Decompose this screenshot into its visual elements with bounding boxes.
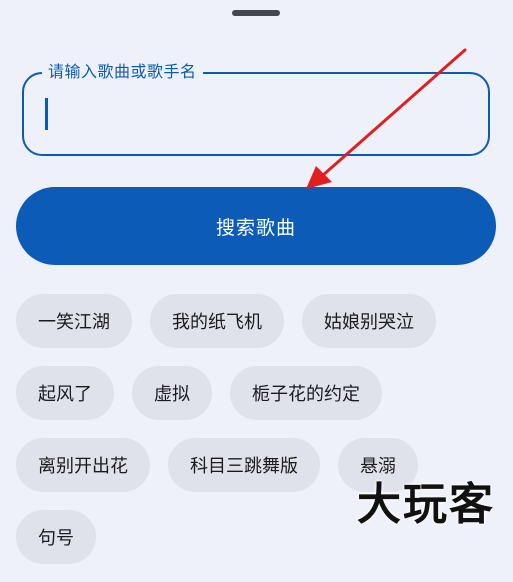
chip-row: 起风了 虚拟 栀子花的约定 — [16, 366, 513, 420]
song-search-field[interactable]: 请输入歌曲或歌手名 — [22, 61, 490, 156]
search-field-label: 请输入歌曲或歌手名 — [42, 61, 203, 83]
suggestion-chip[interactable]: 句号 — [16, 510, 96, 564]
suggestion-chip[interactable]: 虚拟 — [132, 366, 212, 420]
drag-handle[interactable] — [232, 10, 280, 16]
suggestion-chip[interactable]: 我的纸飞机 — [150, 294, 284, 348]
suggestion-chip[interactable]: 起风了 — [16, 366, 114, 420]
suggestion-chip[interactable]: 栀子花的约定 — [230, 366, 382, 420]
watermark-logo: 大玩客 — [357, 479, 495, 530]
chip-row: 一笑江湖 我的纸飞机 姑娘别哭泣 — [16, 294, 513, 348]
suggestion-chip[interactable]: 姑娘别哭泣 — [302, 294, 436, 348]
text-caret — [45, 98, 48, 130]
suggestion-chip[interactable]: 离别开出花 — [16, 438, 150, 492]
bottom-sheet: 请输入歌曲或歌手名 搜索歌曲 一笑江湖 我的纸飞机 姑娘别哭泣 起风了 虚拟 栀… — [0, 0, 513, 564]
suggestion-chip[interactable]: 科目三跳舞版 — [168, 438, 320, 492]
suggestion-chip[interactable]: 一笑江湖 — [16, 294, 132, 348]
search-song-button[interactable]: 搜索歌曲 — [16, 187, 496, 265]
search-input[interactable] — [44, 94, 464, 132]
suggestion-chips: 一笑江湖 我的纸飞机 姑娘别哭泣 起风了 虚拟 栀子花的约定 离别开出花 科目三… — [16, 294, 513, 582]
